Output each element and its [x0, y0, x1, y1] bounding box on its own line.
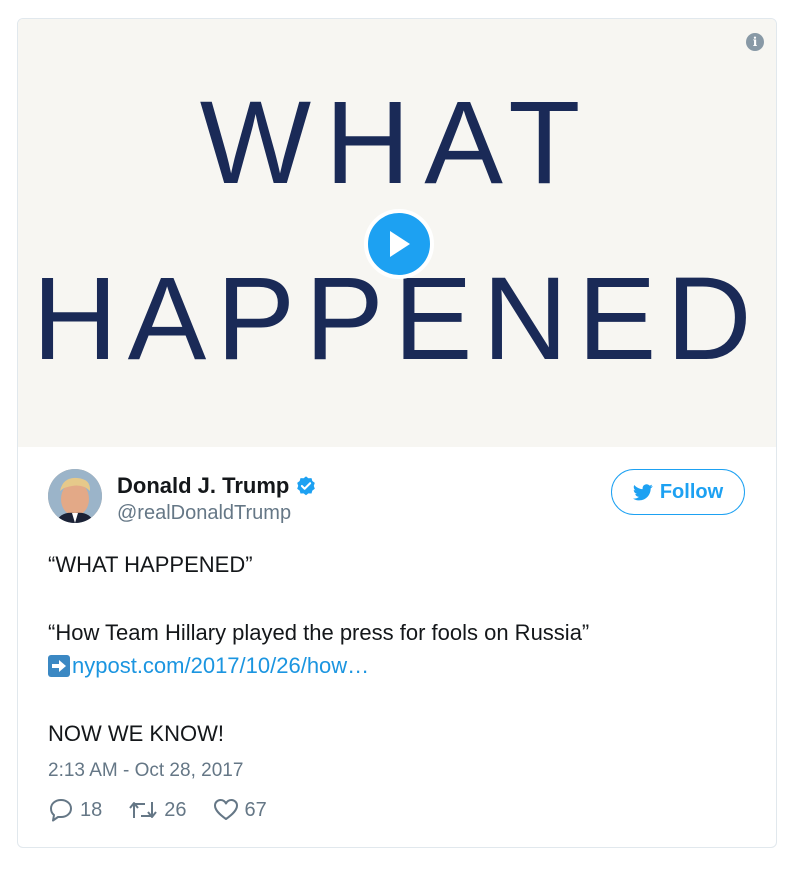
reply-count: 18: [80, 798, 103, 821]
thumbnail-title-line1: WHAT: [199, 77, 595, 209]
avatar[interactable]: [48, 469, 102, 523]
retweet-icon: [129, 802, 158, 818]
tweet-actions: 18 26 67: [48, 798, 267, 822]
tweet-text-line3: NOW WE KNOW!: [48, 721, 224, 746]
tweet-text-line1: “WHAT HAPPENED”: [48, 552, 253, 577]
tweet-link-row[interactable]: nypost.com/2017/10/26/how…: [48, 653, 369, 679]
reply-icon: [50, 799, 72, 822]
avatar-image: [48, 469, 102, 523]
follow-label: Follow: [659, 480, 724, 503]
verified-badge-icon: [297, 476, 316, 496]
tweet-timestamp[interactable]: 2:13 AM - Oct 28, 2017: [48, 760, 243, 782]
like-action[interactable]: 67: [213, 798, 267, 822]
author-handle[interactable]: @realDonaldTrump: [117, 502, 291, 525]
like-count: 67: [244, 798, 267, 821]
play-button[interactable]: [364, 209, 434, 279]
twitter-bird-icon: [632, 483, 653, 500]
play-icon: [390, 231, 410, 257]
info-icon[interactable]: i: [746, 33, 764, 51]
author-name[interactable]: Donald J. Trump: [117, 473, 289, 499]
retweet-count: 26: [164, 798, 187, 821]
tweet-text-line2: “How Team Hillary played the press for f…: [48, 620, 590, 645]
retweet-action[interactable]: 26: [128, 798, 187, 822]
video-thumbnail[interactable]: WHAT HAPPENED i: [18, 19, 776, 447]
like-icon: [213, 799, 238, 820]
tweet-link[interactable]: nypost.com/2017/10/26/how…: [72, 653, 369, 679]
tweet-card: WHAT HAPPENED i Donald J. Trump @realDon…: [17, 18, 777, 848]
arrow-right-icon: [48, 655, 70, 677]
reply-action[interactable]: 18: [48, 798, 102, 822]
author-name-row[interactable]: Donald J. Trump: [117, 473, 317, 499]
follow-button[interactable]: Follow: [611, 469, 745, 515]
